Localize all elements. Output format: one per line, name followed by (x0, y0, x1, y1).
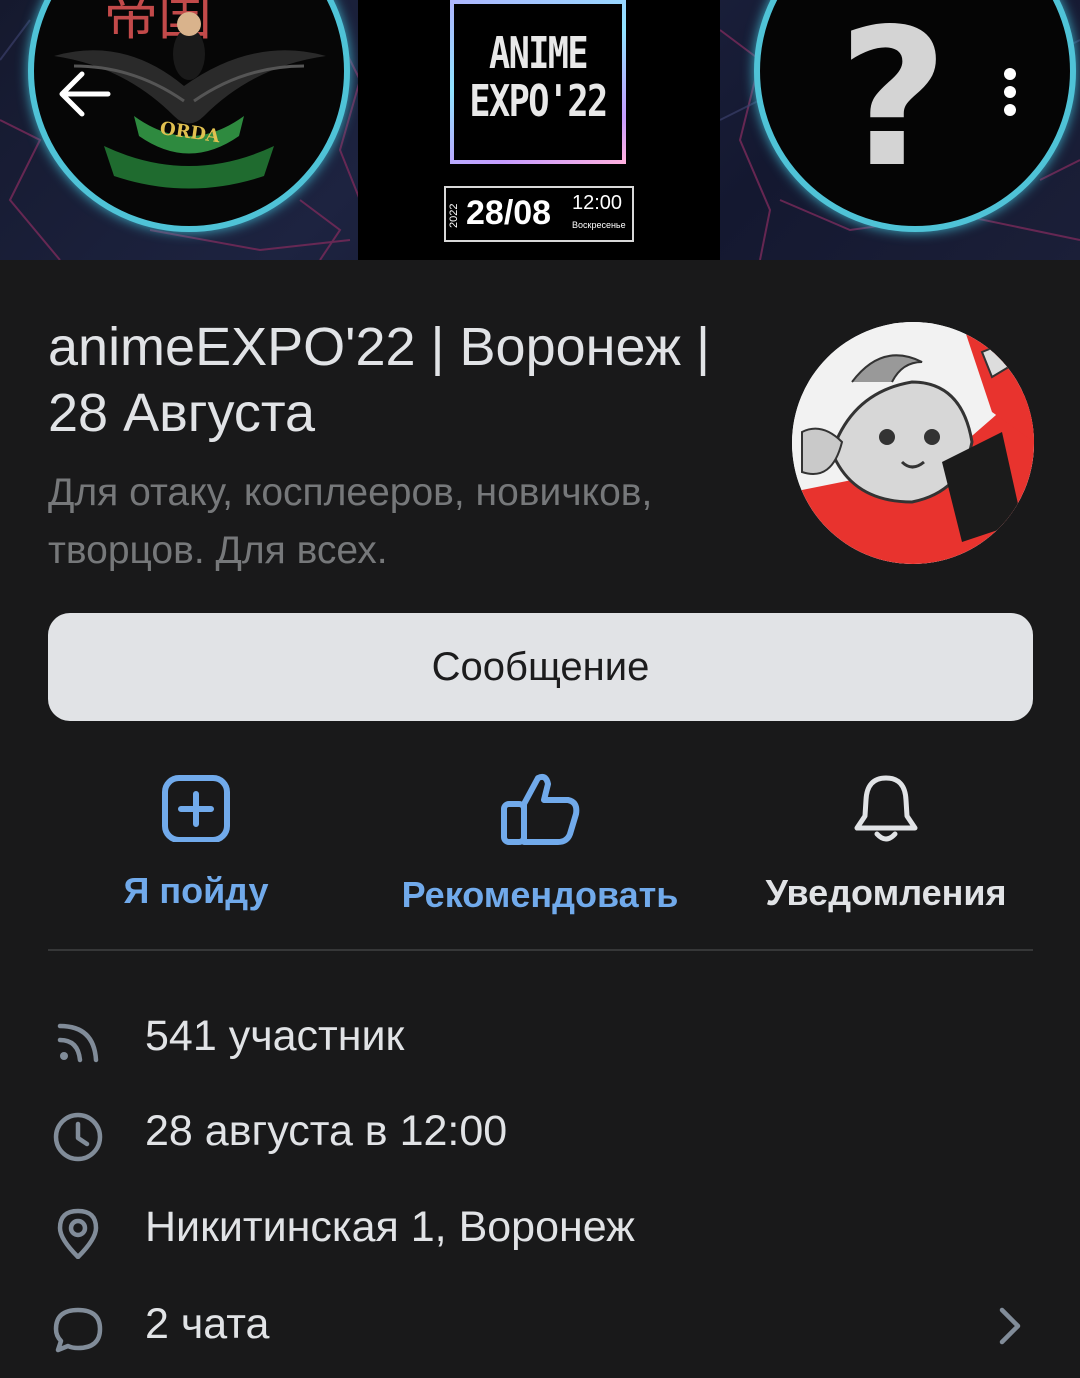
rss-icon (57, 1023, 99, 1063)
group-description: Для отаку, косплееров, новичков, творцов… (48, 471, 653, 572)
going-label: Я пойду (123, 870, 269, 911)
recommend-button[interactable]: Рекомендовать (380, 772, 700, 916)
thumbs-up-icon (501, 773, 580, 845)
recommend-label: Рекомендовать (401, 874, 679, 915)
poster-title-line2: EXPO'22 (469, 76, 608, 127)
location-pin-icon (57, 1208, 99, 1259)
address-row[interactable]: Никитинская 1, Воронеж (0, 1191, 1080, 1281)
question-mark: ? (838, 0, 948, 209)
notifications-label: Уведомления (765, 872, 1007, 913)
more-options-button[interactable] (990, 62, 1030, 126)
page-title: animeEXPO'22 | Воронеж | 28 Августа (48, 317, 711, 443)
going-button[interactable]: Я пойду (100, 772, 292, 912)
more-vertical-icon (1004, 68, 1016, 116)
poster-date: 28/08 (466, 194, 552, 232)
poster-time: 12:00 (572, 192, 623, 214)
chat-bubble-icon (53, 1307, 103, 1353)
event-datetime: 28 августа в 12:00 (145, 1107, 508, 1155)
add-square-icon (162, 775, 230, 842)
poster-date-box: 2022 28/08 12:00 Воскресенье (444, 186, 634, 242)
cover-banner: 帝国 ORDA ANIME EXPO'22 2022 28/08 12:00 В… (0, 0, 1080, 260)
event-poster: ANIME EXPO'22 2022 28/08 12:00 Воскресен… (358, 0, 720, 260)
chats-row[interactable]: 2 чата (0, 1288, 1080, 1378)
poster-title-line1: ANIME (489, 28, 589, 79)
poster-weekday: Воскресенье (572, 220, 626, 230)
divider (48, 949, 1033, 951)
arrow-left-icon (59, 71, 111, 117)
chats-count: 2 чата (145, 1300, 270, 1348)
notifications-button[interactable]: Уведомления (750, 772, 1022, 914)
poster-title: ANIME EXPO'22 (468, 30, 609, 126)
poster-year: 2022 (448, 203, 460, 228)
back-button[interactable] (54, 62, 114, 122)
message-button[interactable]: Сообщение (48, 613, 1033, 721)
members-row[interactable]: 541 участник (0, 1000, 1080, 1090)
event-address: Никитинская 1, Воронеж (145, 1203, 635, 1251)
bell-icon (854, 775, 918, 842)
members-count: 541 участник (145, 1012, 405, 1060)
avatar[interactable] (792, 322, 1034, 564)
avatar-image (792, 322, 1034, 564)
clock-icon (53, 1112, 103, 1162)
datetime-row: 28 августа в 12:00 (0, 1095, 1080, 1185)
chevron-right-icon (999, 1307, 1021, 1345)
